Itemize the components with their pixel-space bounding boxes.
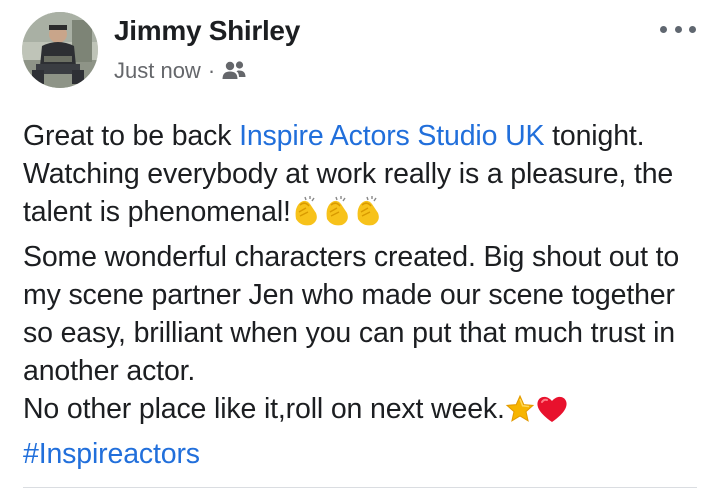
red-heart-emoji xyxy=(535,394,569,434)
clapping-hands-emoji-group xyxy=(291,195,387,237)
post-meta: Just now · xyxy=(114,58,247,84)
profile-avatar-icon xyxy=(22,12,98,88)
author-avatar[interactable] xyxy=(22,12,98,88)
post-timestamp[interactable]: Just now xyxy=(114,58,201,84)
hashtag-link[interactable]: #Inspireactors xyxy=(23,438,200,470)
post-text-p1-start: Great to be back xyxy=(23,120,240,152)
author-name[interactable]: Jimmy Shirley xyxy=(114,15,300,47)
post-body: Great to be back Inspire Actors Studio U… xyxy=(23,117,703,473)
post-divider xyxy=(23,487,697,488)
friends-icon[interactable] xyxy=(221,60,247,82)
star-emoji xyxy=(505,394,535,434)
post-text-p2: Some wonderful characters created. Big s… xyxy=(23,240,680,388)
meta-separator: · xyxy=(207,58,216,83)
more-options-icon[interactable] xyxy=(660,18,696,40)
page-link-inspire-actors[interactable]: Inspire Actors Studio UK xyxy=(239,120,544,152)
facebook-post: Jimmy Shirley Just now · Great to be bac… xyxy=(0,0,720,502)
post-text-p3: No other place like it,roll on next week… xyxy=(23,393,505,426)
